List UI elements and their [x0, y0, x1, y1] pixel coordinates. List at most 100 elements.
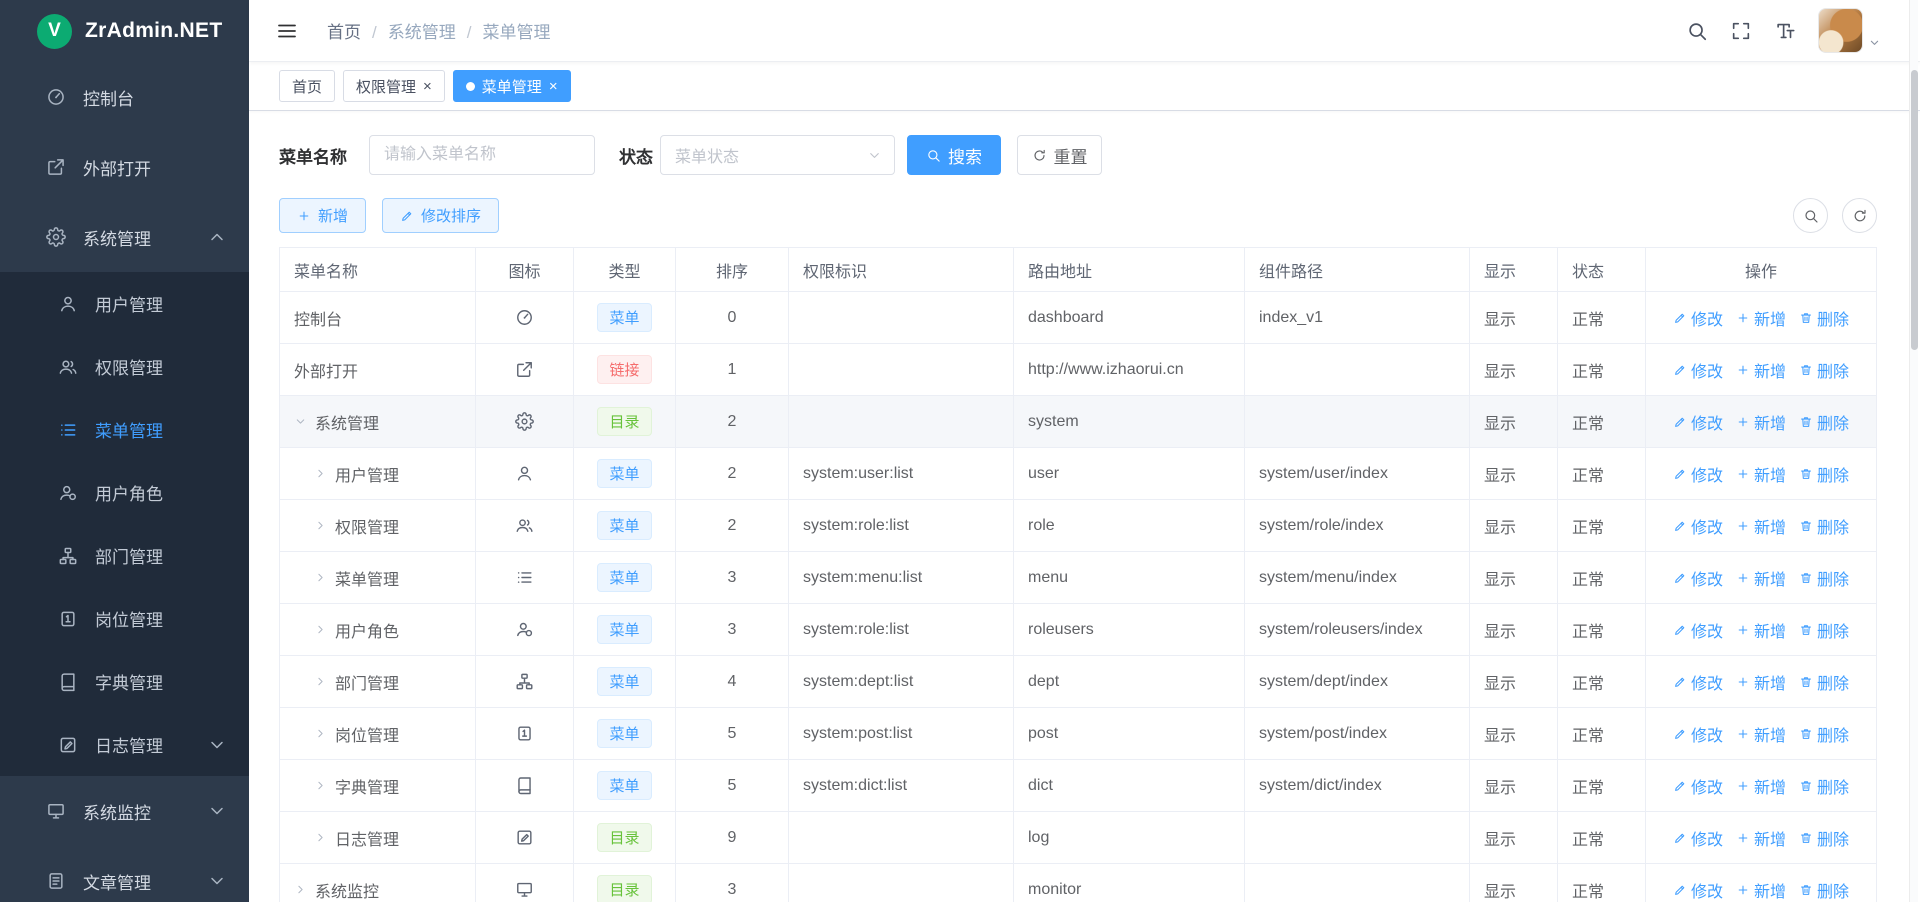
sidebar-item[interactable]: 字典管理 — [0, 650, 249, 713]
view-tab[interactable]: 权限管理× — [343, 70, 445, 102]
table-row[interactable]: 系统管理目录2system显示正常修改新增删除 — [280, 396, 1877, 448]
sidebar-item[interactable]: 外部打开 — [0, 132, 249, 202]
close-tab-icon[interactable]: × — [423, 79, 432, 94]
reset-button[interactable]: 重置 — [1017, 135, 1102, 175]
user-avatar[interactable] — [1818, 8, 1863, 53]
sidebar-item[interactable]: 权限管理 — [0, 335, 249, 398]
delete-link[interactable]: 删除 — [1799, 306, 1849, 330]
header-search-icon[interactable] — [1686, 20, 1708, 42]
sidebar-item[interactable]: 用户管理 — [0, 272, 249, 335]
delete-link[interactable]: 删除 — [1799, 514, 1849, 538]
sidebar-item[interactable]: 岗位管理 — [0, 587, 249, 650]
refresh-table-button[interactable] — [1842, 198, 1877, 233]
edit-link[interactable]: 修改 — [1673, 514, 1723, 538]
sidebar-item[interactable]: 用户角色 — [0, 461, 249, 524]
breadcrumb-home[interactable]: 首页 — [327, 18, 388, 43]
toggle-search-button[interactable] — [1793, 198, 1828, 233]
tree-expand-icon[interactable] — [314, 675, 327, 688]
font-size-icon[interactable] — [1774, 20, 1796, 42]
add-link[interactable]: 新增 — [1736, 410, 1786, 434]
tree-expand-icon[interactable] — [314, 779, 327, 792]
delete-link[interactable]: 删除 — [1799, 826, 1849, 850]
add-button[interactable]: 新增 — [279, 198, 366, 233]
tree-expand-icon[interactable] — [294, 883, 307, 896]
add-link[interactable]: 新增 — [1736, 670, 1786, 694]
edit-link[interactable]: 修改 — [1673, 410, 1723, 434]
tree-expand-icon[interactable] — [314, 467, 327, 480]
add-link[interactable]: 新增 — [1736, 566, 1786, 590]
delete-link[interactable]: 删除 — [1799, 774, 1849, 798]
table-row[interactable]: 字典管理菜单5system:dict:listdictsystem/dict/i… — [280, 760, 1877, 812]
cell-actions: 修改新增删除 — [1646, 344, 1877, 396]
edit-sort-button[interactable]: 修改排序 — [382, 198, 499, 233]
status-select-value: 菜单状态 — [675, 143, 739, 167]
add-link[interactable]: 新增 — [1736, 358, 1786, 382]
sidebar-item[interactable]: 系统监控 — [0, 776, 249, 846]
status-select[interactable]: 菜单状态 — [660, 135, 895, 175]
table-row[interactable]: 外部打开链接1http://www.izhaorui.cn显示正常修改新增删除 — [280, 344, 1877, 396]
table-row[interactable]: 控制台菜单0dashboardindex_v1显示正常修改新增删除 — [280, 292, 1877, 344]
scrollbar-thumb[interactable] — [1911, 70, 1918, 350]
menu-name-input[interactable] — [369, 135, 595, 175]
tree-expand-icon[interactable] — [314, 727, 327, 740]
delete-link[interactable]: 删除 — [1799, 566, 1849, 590]
tree-expand-icon[interactable] — [314, 571, 327, 584]
edit-link[interactable]: 修改 — [1673, 462, 1723, 486]
table-row[interactable]: 用户角色菜单3system:role:listroleuserssystem/r… — [280, 604, 1877, 656]
sidebar-item[interactable]: 菜单管理 — [0, 398, 249, 461]
edit-link[interactable]: 修改 — [1673, 826, 1723, 850]
table-row[interactable]: 日志管理目录9log显示正常修改新增删除 — [280, 812, 1877, 864]
add-link[interactable]: 新增 — [1736, 618, 1786, 642]
sidebar-item[interactable]: 系统管理 — [0, 202, 249, 272]
add-link[interactable]: 新增 — [1736, 462, 1786, 486]
edit-link[interactable]: 修改 — [1673, 670, 1723, 694]
sidebar-item[interactable]: 文章管理 — [0, 846, 249, 902]
trash-icon — [1799, 519, 1813, 533]
delete-link[interactable]: 删除 — [1799, 722, 1849, 746]
add-link[interactable]: 新增 — [1736, 722, 1786, 746]
add-link[interactable]: 新增 — [1736, 774, 1786, 798]
view-tab[interactable]: 首页 — [279, 70, 335, 102]
app-root: V ZrAdmin.NET 控制台外部打开系统管理用户管理权限管理菜单管理用户角… — [0, 0, 1920, 902]
sidebar-item[interactable]: 日志管理 — [0, 713, 249, 776]
search-button[interactable]: 搜索 — [907, 135, 1001, 175]
add-link[interactable]: 新增 — [1736, 514, 1786, 538]
delete-link[interactable]: 删除 — [1799, 618, 1849, 642]
view-tab[interactable]: 菜单管理× — [453, 70, 571, 102]
delete-link[interactable]: 删除 — [1799, 358, 1849, 382]
page-scrollbar[interactable] — [1909, 0, 1918, 902]
add-link[interactable]: 新增 — [1736, 878, 1786, 902]
table-row[interactable]: 用户管理菜单2system:user:listusersystem/user/i… — [280, 448, 1877, 500]
add-link[interactable]: 新增 — [1736, 306, 1786, 330]
sidebar-toggle-icon[interactable] — [275, 19, 299, 43]
delete-link[interactable]: 删除 — [1799, 878, 1849, 902]
close-tab-icon[interactable]: × — [549, 79, 558, 94]
sidebar-item[interactable]: 部门管理 — [0, 524, 249, 587]
edit-link[interactable]: 修改 — [1673, 722, 1723, 746]
breadcrumb-system[interactable]: 系统管理 — [388, 18, 483, 43]
edit-link[interactable]: 修改 — [1673, 878, 1723, 902]
tree-expand-icon[interactable] — [314, 519, 327, 532]
tree-expand-icon[interactable] — [314, 623, 327, 636]
edit-link[interactable]: 修改 — [1673, 358, 1723, 382]
fullscreen-icon[interactable] — [1730, 20, 1752, 42]
delete-link[interactable]: 删除 — [1799, 410, 1849, 434]
cell-sort: 2 — [676, 500, 789, 552]
user-menu — [1818, 8, 1882, 53]
edit-link[interactable]: 修改 — [1673, 566, 1723, 590]
table-row[interactable]: 系统监控目录3monitor显示正常修改新增删除 — [280, 864, 1877, 902]
delete-link[interactable]: 删除 — [1799, 670, 1849, 694]
edit-link[interactable]: 修改 — [1673, 306, 1723, 330]
tree-expand-icon[interactable] — [294, 415, 307, 428]
tree-expand-icon[interactable] — [314, 831, 327, 844]
add-link[interactable]: 新增 — [1736, 826, 1786, 850]
delete-link[interactable]: 删除 — [1799, 462, 1849, 486]
sidebar-item[interactable]: 控制台 — [0, 62, 249, 132]
table-row[interactable]: 岗位管理菜单5system:post:listpostsystem/post/i… — [280, 708, 1877, 760]
table-row[interactable]: 权限管理菜单2system:role:listrolesystem/role/i… — [280, 500, 1877, 552]
edit-link[interactable]: 修改 — [1673, 774, 1723, 798]
table-row[interactable]: 菜单管理菜单3system:menu:listmenusystem/menu/i… — [280, 552, 1877, 604]
user-menu-caret-icon[interactable] — [1867, 35, 1882, 50]
edit-link[interactable]: 修改 — [1673, 618, 1723, 642]
table-row[interactable]: 部门管理菜单4system:dept:listdeptsystem/dept/i… — [280, 656, 1877, 708]
